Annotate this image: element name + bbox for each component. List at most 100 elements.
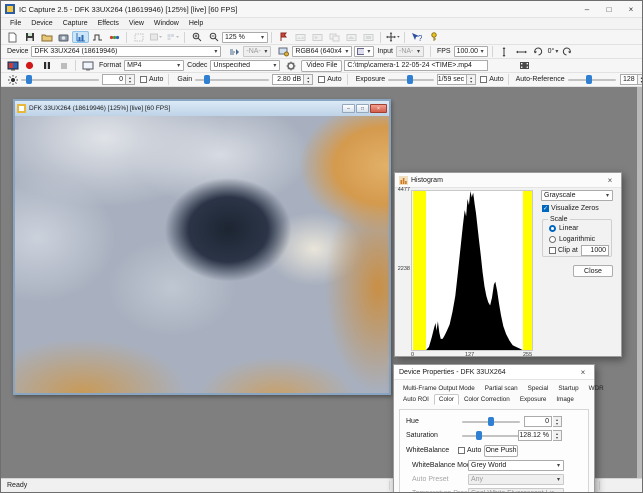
tab-partial-scan[interactable]: Partial scan — [480, 383, 523, 394]
device-properties-dialog[interactable]: Device Properties - DFK 33UX264 × Multi-… — [393, 364, 595, 493]
rotate-left-icon[interactable] — [530, 46, 547, 58]
color-format-combobox[interactable]: RGB64 (640x480)▾ — [292, 46, 352, 57]
menu-help[interactable]: Help — [184, 20, 208, 27]
codec-settings-gear-icon[interactable] — [282, 60, 299, 72]
brightness-spinner[interactable]: ▴▾ — [126, 74, 135, 85]
context-help-icon[interactable]: ? — [408, 31, 425, 43]
new-file-icon[interactable] — [4, 31, 21, 43]
menu-capture[interactable]: Capture — [58, 20, 93, 27]
live-display-icon[interactable] — [4, 60, 21, 72]
pause-button-icon[interactable] — [38, 60, 55, 72]
save-image-icon[interactable] — [309, 31, 326, 43]
live-video-view[interactable] — [15, 116, 389, 393]
clip-at-checkbox[interactable]: Clip at — [549, 247, 578, 254]
image-window-titlebar[interactable]: DFK 33UX264 (18619946) [125%] [live] [60… — [15, 101, 389, 116]
format-combobox[interactable]: MP4▾ — [124, 60, 184, 71]
video-path-field[interactable]: C:\tmp\camera-1 22-05-24 <TIME>.mp4 — [344, 60, 488, 71]
menu-file[interactable]: File — [5, 20, 26, 27]
image-close-button[interactable]: × — [370, 104, 387, 113]
tab-multi-frame-output-mode[interactable]: Multi-Frame Output Mode — [398, 383, 480, 394]
gain-value-field[interactable]: 2.80 dB — [272, 74, 304, 85]
stop-button-icon[interactable] — [55, 60, 72, 72]
wb-mode-combobox[interactable]: Grey World▾ — [468, 460, 564, 471]
logarithmic-radio[interactable]: Logarithmic — [549, 236, 595, 243]
tab-image[interactable]: Image — [551, 394, 579, 405]
trigger-icon[interactable] — [89, 31, 106, 43]
auto-preset-combobox[interactable]: Any▾ — [468, 474, 564, 485]
histogram-toggle-icon[interactable] — [72, 31, 89, 43]
hue-slider[interactable] — [462, 416, 520, 427]
histogram-channel-combobox[interactable]: Grayscale▾ — [541, 190, 613, 201]
tab-auto-roi[interactable]: Auto ROI — [398, 394, 434, 405]
open-folder-icon[interactable] — [38, 31, 55, 43]
menu-window[interactable]: Window — [149, 20, 184, 27]
live-image-window[interactable]: DFK 33UX264 (18619946) [125%] [live] [60… — [13, 99, 391, 395]
saturation-value-field[interactable]: 128.12 % — [518, 430, 552, 441]
maximize-button[interactable]: □ — [598, 1, 620, 17]
codec-combobox[interactable]: Unspecified▾ — [210, 60, 280, 71]
record-button-icon[interactable] — [21, 60, 38, 72]
image-properties-icon[interactable] — [360, 31, 377, 43]
auto-reference-slider[interactable] — [568, 74, 616, 85]
brightness-slider[interactable] — [21, 74, 99, 85]
brightness-value-field[interactable]: 0 — [102, 74, 126, 85]
exposure-spinner[interactable]: ▴▾ — [467, 74, 476, 85]
gain-auto-checkbox[interactable]: Auto — [318, 76, 341, 83]
print-image-icon[interactable] — [343, 31, 360, 43]
pan-tool-dropdown-icon[interactable] — [384, 31, 401, 43]
tab-wdr[interactable]: WDR — [584, 383, 609, 394]
snap-image-icon[interactable] — [55, 31, 72, 43]
color-format-icon[interactable] — [275, 46, 292, 58]
tab-exposure[interactable]: Exposure — [515, 394, 552, 405]
trigger-mode-icon[interactable] — [226, 46, 243, 58]
gain-slider[interactable] — [195, 74, 269, 85]
display-while-recording-icon[interactable] — [79, 60, 96, 72]
menu-view[interactable]: View — [124, 20, 149, 27]
tab-special[interactable]: Special — [523, 383, 554, 394]
white-balance-one-push-button[interactable]: One Push — [484, 445, 518, 457]
device-properties-close-icon[interactable]: × — [576, 368, 590, 377]
display-mode-dropdown-icon[interactable] — [147, 31, 164, 43]
close-button[interactable]: × — [620, 1, 642, 17]
menu-effects[interactable]: Effects — [93, 20, 124, 27]
exposure-value-field[interactable]: 1/59 sec — [437, 74, 467, 85]
histogram-window[interactable]: Histogram × 4477 2238 0 127 255 Grayscal… — [394, 172, 622, 357]
tab-startup[interactable]: Startup — [553, 383, 583, 394]
video-file-button[interactable]: Video File — [301, 60, 342, 72]
saturation-spinner[interactable]: ▴▾ — [553, 430, 562, 441]
device-properties-titlebar[interactable]: Device Properties - DFK 33UX264 × — [394, 365, 594, 380]
exposure-slider[interactable] — [388, 74, 434, 85]
brightness-auto-checkbox[interactable]: Auto — [140, 76, 163, 83]
auto-reference-value-field[interactable]: 128 — [620, 74, 638, 85]
image-restore-button[interactable]: □ — [356, 104, 369, 113]
roi-selection-icon[interactable] — [130, 31, 147, 43]
minimize-button[interactable]: – — [576, 1, 598, 17]
device-combobox[interactable]: DFK 33UX264 (18619946)▾ — [31, 46, 221, 57]
zoom-in-icon[interactable] — [188, 31, 205, 43]
tab-color[interactable]: Color — [434, 394, 459, 405]
gain-spinner[interactable]: ▴▾ — [304, 74, 313, 85]
exposure-auto-checkbox[interactable]: Auto — [480, 76, 503, 83]
clip-value-field[interactable]: 1000 — [581, 245, 609, 256]
visualize-zeros-checkbox[interactable]: ✓Visualize Zeros — [542, 205, 599, 212]
flip-vertical-icon[interactable] — [496, 46, 513, 58]
film-clip-icon[interactable] — [516, 60, 533, 72]
histogram-close-icon[interactable]: × — [603, 176, 617, 185]
flip-horizontal-icon[interactable] — [513, 46, 530, 58]
copy-image-icon[interactable] — [326, 31, 343, 43]
vcd-properties-icon[interactable] — [106, 31, 123, 43]
snap-sequence-icon[interactable] — [292, 31, 309, 43]
histogram-titlebar[interactable]: Histogram × — [395, 173, 621, 188]
fps-combobox[interactable]: 100.00▾ — [454, 46, 488, 57]
input-combobox[interactable]: -NA-▾ — [396, 46, 424, 57]
histogram-close-button[interactable]: Close — [573, 265, 613, 277]
help-key-icon[interactable] — [425, 31, 442, 43]
auto-reference-spinner[interactable]: ▴▾ — [638, 74, 643, 85]
trigger-combobox[interactable]: -NA-▾ — [243, 46, 271, 57]
saturation-slider[interactable] — [462, 430, 520, 441]
grid-view-dropdown-icon[interactable] — [164, 31, 181, 43]
capture-settings-icon[interactable] — [275, 31, 292, 43]
rotate-right-icon[interactable] — [558, 46, 575, 58]
display-format-dropdown[interactable]: ▾ — [354, 46, 374, 57]
zoom-level-combobox[interactable]: 125 %▾ — [222, 32, 268, 43]
